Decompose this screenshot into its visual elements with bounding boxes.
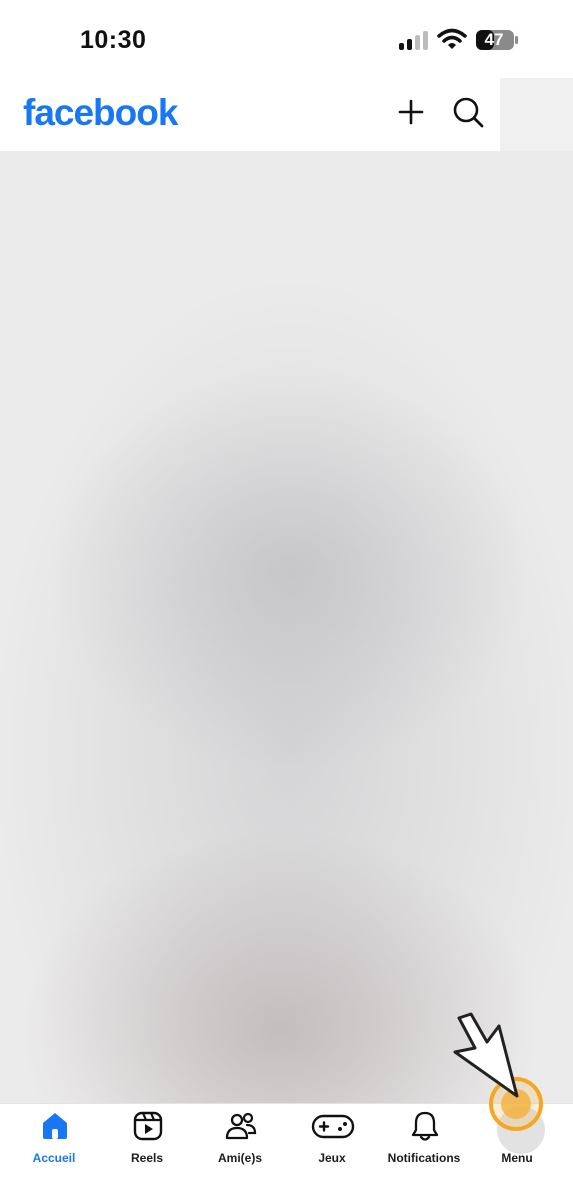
nav-label-home: Accueil <box>32 1151 76 1165</box>
gamepad-icon <box>311 1114 355 1139</box>
reels-icon <box>133 1111 163 1141</box>
nav-label-friends: Ami(e)s <box>217 1151 262 1165</box>
app-screen: 10:30 47 facebook Accueil Reels Ami(e)s … <box>0 0 573 1203</box>
nav-item-notifications[interactable]: Notifications <box>378 1108 470 1172</box>
friends-icon <box>225 1112 257 1140</box>
plus-icon[interactable] <box>391 92 431 132</box>
nav-item-home[interactable]: Accueil <box>8 1108 100 1172</box>
status-time: 10:30 <box>80 26 147 54</box>
nav-label-games: Jeux <box>318 1151 346 1165</box>
search-icon[interactable] <box>448 92 488 132</box>
battery-level: 47 <box>484 30 504 49</box>
nav-item-reels[interactable]: Reels <box>101 1108 193 1172</box>
nav-label-menu: Menu <box>501 1151 533 1165</box>
signal-icon <box>399 31 428 50</box>
news-feed-loading[interactable] <box>0 151 573 1103</box>
header-edge <box>500 78 573 151</box>
nav-label-reels: Reels <box>130 1151 164 1165</box>
facebook-logo[interactable]: facebook <box>23 92 178 134</box>
bell-icon <box>411 1111 439 1141</box>
home-icon <box>43 1113 67 1139</box>
nav-label-notifications: Notifications <box>387 1151 461 1165</box>
nav-item-games[interactable]: Jeux <box>286 1108 378 1172</box>
cursor-arrow-icon <box>453 1012 519 1098</box>
wifi-icon <box>437 28 467 49</box>
nav-item-friends[interactable]: Ami(e)s <box>194 1108 286 1172</box>
